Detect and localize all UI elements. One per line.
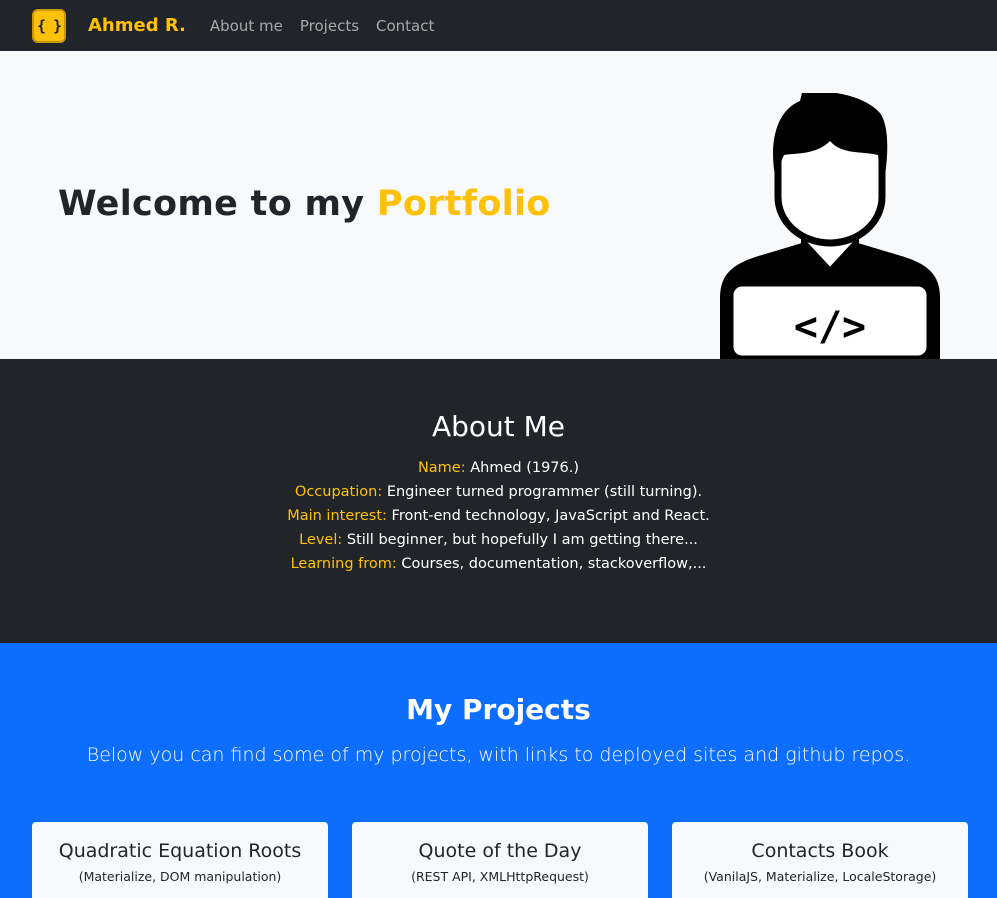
- about-key: Occupation:: [294, 484, 383, 500]
- projects-title: My Projects: [406, 693, 591, 726]
- project-card-title: Quote of the Day: [418, 840, 582, 862]
- about-row-name: Name: Ahmed (1976.): [0, 456, 997, 480]
- nav-contact-link[interactable]: Contact: [376, 17, 434, 35]
- navbar: { } Ahmed R. About me Projects Contact: [0, 0, 997, 51]
- about-title: About Me: [431, 410, 566, 443]
- about-row-occupation: Occupation: Engineer turned programmer (…: [0, 480, 997, 504]
- about-value: Ahmed (1976.): [465, 460, 580, 476]
- about-row-interest: Main interest: Front-end technology, Jav…: [0, 504, 997, 528]
- developer-avatar-icon: </>: [720, 93, 940, 359]
- brace-logo-icon[interactable]: { }: [32, 8, 66, 43]
- about-value: Courses, documentation, stackoverflow,..…: [396, 556, 707, 572]
- project-card-tech: (VanilaJS, Materialize, LocaleStorage): [703, 869, 937, 884]
- hero-title-accent: Portfolio: [376, 184, 551, 224]
- about-row-learning: Learning from: Courses, documentation, s…: [0, 552, 997, 576]
- logo-glyph: { }: [36, 16, 62, 35]
- hero-title-prefix: Welcome to my: [58, 184, 377, 224]
- nav-projects-link[interactable]: Projects: [300, 17, 359, 35]
- hero-section: Welcome to my Portfolio </>: [0, 51, 997, 359]
- project-card-title: Contacts Book: [751, 840, 889, 862]
- hero-title: Welcome to my Portfolio: [58, 184, 551, 224]
- nav-about-link[interactable]: About me: [210, 17, 283, 35]
- about-key: Name:: [417, 460, 466, 476]
- about-section: About Me Name: Ahmed (1976.) Occupation:…: [0, 359, 997, 643]
- project-cards: Quadratic Equation Roots (Materialize, D…: [32, 822, 968, 898]
- project-card-tech: (REST API, XMLHttpRequest): [411, 869, 589, 884]
- about-key: Level:: [299, 532, 343, 548]
- projects-section: My Projects Below you can find some of m…: [0, 643, 997, 898]
- project-card-title: Quadratic Equation Roots: [58, 840, 302, 862]
- about-row-level: Level: Still beginner, but hopefully I a…: [0, 528, 997, 552]
- project-card-contacts[interactable]: Contacts Book (VanilaJS, Materialize, Lo…: [672, 822, 968, 898]
- about-key: Main interest:: [287, 508, 387, 524]
- project-card-tech: (Materialize, DOM manipulation): [78, 869, 282, 884]
- about-value: Engineer turned programmer (still turnin…: [382, 484, 703, 500]
- laptop-code-glyph: </>: [794, 304, 866, 350]
- about-value: Still beginner, but hopefully I am getti…: [342, 532, 698, 548]
- projects-lead: Below you can find some of my projects, …: [86, 744, 911, 766]
- project-card-quadratic[interactable]: Quadratic Equation Roots (Materialize, D…: [32, 822, 328, 898]
- about-value: Front-end technology, JavaScript and Rea…: [386, 508, 710, 524]
- project-card-quote[interactable]: Quote of the Day (REST API, XMLHttpReque…: [352, 822, 648, 898]
- about-key: Learning from:: [290, 556, 397, 572]
- brand-link[interactable]: Ahmed R.: [88, 15, 186, 36]
